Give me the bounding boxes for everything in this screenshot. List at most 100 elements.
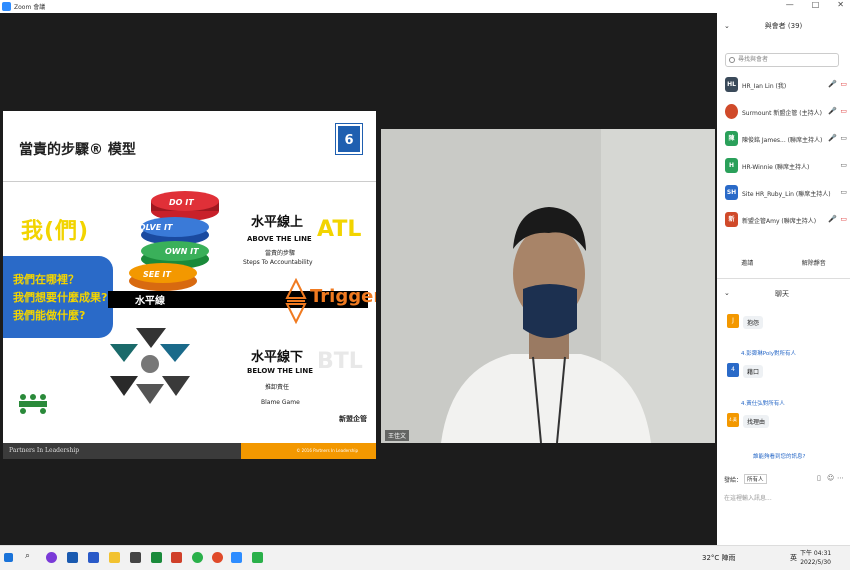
more-icon[interactable]: ⋯ — [837, 474, 844, 482]
search-icon[interactable]: ⌕ — [25, 551, 30, 561]
question-2: 我們想要什麼成果? — [13, 291, 108, 304]
btl-label: BTL — [317, 349, 363, 374]
app-download-icon[interactable] — [252, 552, 263, 563]
camera-off-icon[interactable]: ▭ — [840, 80, 847, 88]
chat-message-text: 抱怨 — [743, 316, 764, 329]
trigger-label: Trigger — [310, 286, 376, 307]
input-language[interactable]: 英 — [790, 553, 797, 563]
step-own-it: OWN IT — [165, 247, 199, 256]
atl-english: ABOVE THE LINE — [247, 235, 312, 243]
question-1: 我們在哪裡？ — [13, 273, 79, 286]
zoom-logo-icon — [2, 2, 11, 11]
avatar: J — [727, 314, 739, 328]
slide-number: 6 — [335, 123, 363, 155]
title-bar: Zoom 會議 — □ ✕ — [0, 0, 850, 13]
window-title: Zoom 會議 — [14, 4, 46, 11]
participant-name: HR_Ian Lin (我) — [742, 83, 787, 90]
camera-icon[interactable]: ▭ — [840, 161, 847, 169]
emoji-icon[interactable]: ☺ — [827, 474, 834, 482]
shared-slide: 當責的步驟® 模型 6 我(們) DO IT SOLVE IT OWN IT S… — [3, 111, 376, 459]
camera-off-icon[interactable]: ▭ — [840, 215, 847, 223]
weather-widget[interactable]: 32°C 陣雨 — [702, 553, 736, 563]
file-icon[interactable]: ▯ — [817, 474, 821, 482]
browser-icon[interactable] — [46, 552, 57, 563]
participant-name: Surmount 新盟企管 (主持人) — [742, 110, 822, 117]
atl-chinese: 水平線上 — [251, 215, 304, 230]
meeting-area: 當責的步驟® 模型 6 我(們) DO IT SOLVE IT OWN IT S… — [0, 13, 717, 545]
steps-stack-graphic: DO IT SOLVE IT OWN IT SEE IT — [129, 191, 219, 291]
participants-title: 與會者 (39) — [764, 22, 803, 30]
step-see-it: SEE IT — [143, 270, 171, 279]
clock-date: 2022/5/30 — [800, 559, 831, 566]
send-to-label: 發給： — [724, 477, 743, 484]
panel-divider — [717, 278, 850, 279]
avatar — [725, 104, 738, 119]
zoom-icon[interactable] — [231, 552, 242, 563]
excel-icon[interactable] — [151, 552, 162, 563]
questions-box: 我們在哪裡？ 我們想要什麼成果? 我們能做什麼? — [3, 256, 113, 338]
atl-subtitle-en: Steps To Accountability — [243, 259, 313, 266]
powerpoint-icon[interactable] — [171, 552, 182, 563]
meeting-table-icon — [19, 394, 47, 414]
participant-video[interactable]: 王佳文 — [381, 129, 715, 443]
chat-title: 聊天 — [775, 290, 789, 298]
outlook-icon[interactable] — [67, 552, 78, 563]
brand-logo-text: 新盟企管 — [339, 415, 367, 423]
question-3: 我們能做什麼? — [13, 309, 86, 322]
system-clock[interactable]: 下午 04:31 2022/5/30 — [800, 549, 831, 567]
search-icon — [729, 57, 735, 63]
mic-icon[interactable]: 🎤 — [828, 134, 837, 142]
chevron-down-icon[interactable]: ⌄ — [724, 289, 730, 297]
participant-search-input[interactable]: 尋找與會者 — [725, 53, 839, 67]
participant-row[interactable]: H HR-Winnie (聯席主持人) ▭ — [725, 158, 847, 176]
minimize-button[interactable]: — — [786, 0, 794, 9]
btl-chinese: 水平線下 — [251, 350, 304, 365]
app-icon[interactable] — [130, 552, 141, 563]
participant-row[interactable]: HL HR_Ian Lin (我) 🎤 ▭ — [725, 77, 847, 95]
line-icon[interactable] — [192, 552, 203, 563]
participant-name: HR-Winnie (聯席主持人) — [742, 164, 810, 171]
send-to-dropdown[interactable]: 所有人 — [744, 474, 767, 484]
mic-muted-icon[interactable]: 🎤 — [828, 80, 837, 88]
windows-start-icon[interactable] — [4, 553, 13, 562]
avatar: HL — [725, 77, 738, 92]
blame-game-graphic — [110, 328, 190, 404]
word-icon[interactable] — [88, 552, 99, 563]
participant-actions: 邀請 解除靜音 — [717, 257, 850, 268]
atl-label: ATL — [317, 217, 362, 242]
footer-copyright: © 2016 Partners In Leadership — [296, 448, 358, 453]
chat-message-text: 藉口 — [743, 365, 764, 378]
invite-button[interactable]: 邀請 — [738, 257, 756, 268]
horizon-label: 水平線 — [135, 296, 165, 307]
btl-subtitle-cn: 推卸責任 — [265, 384, 290, 391]
step-do-it: DO IT — [169, 198, 194, 207]
participant-name: Site HR_Ruby_Lin (聯席主持人) — [742, 191, 831, 198]
window-controls: — □ ✕ — [786, 0, 844, 9]
btl-subtitle-en: Blame Game — [261, 399, 300, 406]
participant-row[interactable]: Surmount 新盟企管 (主持人) 🎤 ▭ — [725, 104, 847, 122]
who-can-see-link[interactable]: 誰能夠看到您的訊息? — [753, 452, 805, 460]
camera-off-icon[interactable]: ▭ — [840, 107, 847, 115]
chat-input[interactable]: 在這裡輸入訊息... — [724, 493, 772, 502]
atl-subtitle-cn: 當責的步驟 — [265, 250, 296, 257]
maximize-button[interactable]: □ — [812, 0, 820, 9]
clock-time: 下午 04:31 — [800, 550, 832, 557]
avatar: 新 — [725, 212, 738, 227]
chat-sender: 4.彭霽琳Poly對所有人 — [741, 351, 797, 357]
participant-row[interactable]: 陳 陳俊銘 James... (聯席主持人) 🎤 ▭ — [725, 131, 847, 149]
camera-icon[interactable]: ▭ — [840, 134, 847, 142]
unmute-me-button[interactable]: 解除靜音 — [799, 257, 829, 268]
close-button[interactable]: ✕ — [837, 0, 844, 9]
mic-muted-icon[interactable]: 🎤 — [828, 107, 837, 115]
avatar: SH — [725, 185, 738, 200]
folder-icon[interactable] — [109, 552, 120, 563]
avatar: 4.黃 — [727, 413, 739, 427]
avatar: 陳 — [725, 131, 738, 146]
participant-row[interactable]: SH Site HR_Ruby_Lin (聯席主持人) ▭ — [725, 185, 847, 203]
participant-row[interactable]: 新 新盟企管Amy (聯席主持人) 🎤 ▭ — [725, 212, 847, 230]
camera-icon[interactable]: ▭ — [840, 188, 847, 196]
mic-muted-icon[interactable]: 🎤 — [828, 215, 837, 223]
participant-name: 陳俊銘 James... (聯席主持人) — [742, 137, 823, 144]
chat-message-text: 找理由 — [743, 415, 770, 428]
chrome-icon[interactable] — [212, 552, 223, 563]
